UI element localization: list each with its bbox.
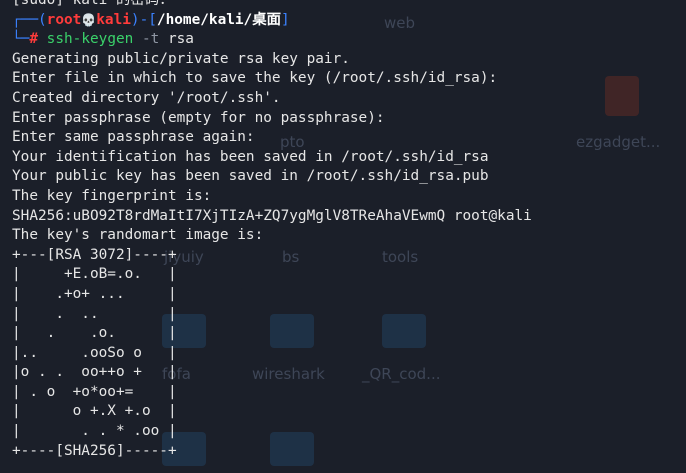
output-line: The key's randomart image is: <box>12 227 264 244</box>
command-arg: rsa <box>167 31 194 48</box>
terminal-window[interactable]: [sudo] kali 的密码： ┌──(root💀kali)-[/home/k… <box>0 0 686 473</box>
randomart-line: | o +.X +.o | <box>12 403 177 420</box>
randomart-line: |o . . oo++o + | <box>12 364 177 381</box>
prompt-host: kali <box>96 11 131 28</box>
randomart-line: +----[SHA256]-----+ <box>12 442 177 459</box>
command-flag: -t <box>141 31 160 48</box>
randomart-line: |.. .ooSo o | <box>12 344 177 361</box>
randomart-line: +---[RSA 3072]----+ <box>12 246 177 263</box>
output-line: The key fingerprint is: <box>12 187 212 204</box>
randomart-line: | . o +o*oo+= | <box>12 383 177 400</box>
prompt-user: root <box>46 11 82 28</box>
randomart-line: | . .o. | <box>12 325 177 342</box>
output-line: Created directory '/root/.ssh'. <box>12 89 281 106</box>
output-line: Your public key has been saved in /root/… <box>12 168 489 185</box>
output-line: Enter same passphrase again: <box>12 129 255 146</box>
sudo-password-prompt: [sudo] kali 的密码： <box>12 0 174 8</box>
command-line[interactable]: └─# ssh-keygen -t rsa <box>12 30 686 50</box>
fingerprint-line: SHA256:uBO92T8rdMaItI7XjTIzA+ZQ7ygMglV8T… <box>12 207 532 224</box>
randomart-line: | . . * .oo | <box>12 423 177 440</box>
output-line: Generating public/private rsa key pair. <box>12 50 350 67</box>
skull-icon: 💀 <box>81 12 97 27</box>
root-prompt-hash: # <box>29 31 38 48</box>
randomart-line: | .+o+ ... | <box>12 285 177 302</box>
prompt-path: /home/kali/桌面 <box>156 11 282 28</box>
command-name: ssh-keygen <box>46 31 134 48</box>
shell-prompt-line: ┌──(root💀kali)-[/home/kali/桌面] <box>12 11 290 28</box>
output-line: Your identification has been saved in /r… <box>12 148 489 165</box>
randomart-line: | +E.oB=.o. | <box>12 266 177 283</box>
output-line: Enter file in which to save the key (/ro… <box>12 70 498 87</box>
randomart-line: | . .. | <box>12 305 177 322</box>
output-line: Enter passphrase (empty for no passphras… <box>12 109 385 126</box>
